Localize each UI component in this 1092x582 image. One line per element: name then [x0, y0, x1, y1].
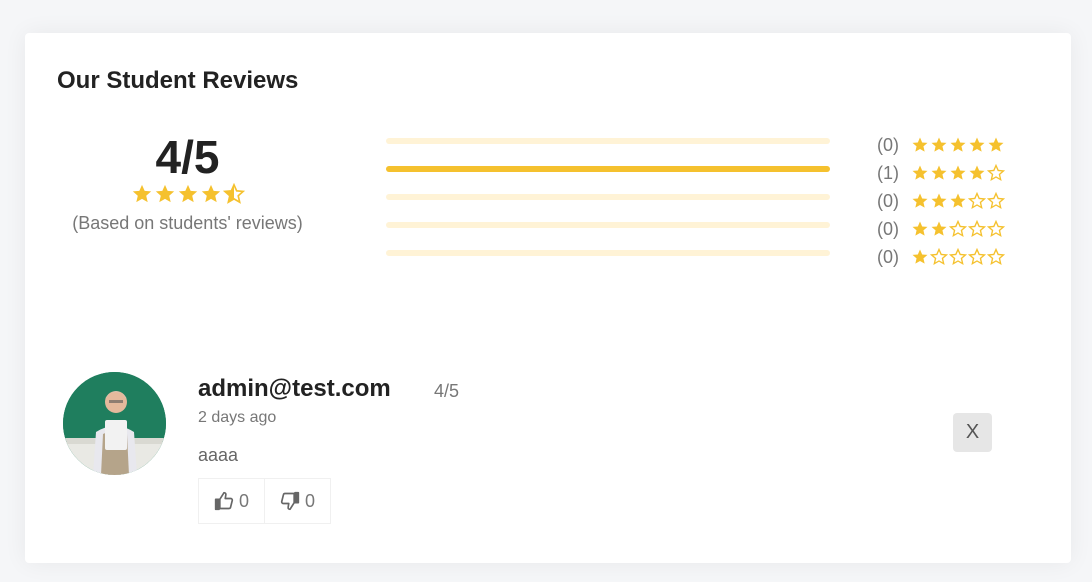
- star-icon: [931, 193, 947, 208]
- rating-counts: (0) (1) (0) (0) (0): [877, 131, 1005, 271]
- like-count: 0: [239, 490, 250, 511]
- overall-basis: (Based on students' reviews): [72, 213, 303, 233]
- reviews-card: Our Student Reviews 4/5 (Based on studen…: [25, 33, 1071, 563]
- overall-rating: 4/5 (Based on students' reviews): [55, 131, 320, 234]
- rating-bar-5: [386, 138, 830, 144]
- rating-count-row-1: (0): [877, 243, 1005, 271]
- star-outline-icon: [987, 164, 1005, 182]
- rating-count: (0): [877, 134, 899, 155]
- rating-row-stars: [911, 164, 1005, 182]
- star-icon: [950, 165, 966, 180]
- rating-count-row-3: (0): [877, 187, 1005, 215]
- rating-count-row-2: (0): [877, 215, 1005, 243]
- rating-count: (1): [877, 162, 899, 183]
- rating-count: (0): [877, 218, 899, 239]
- rating-bars: [386, 138, 830, 278]
- section-title: Our Student Reviews: [57, 67, 299, 94]
- rating-bar-4: [386, 166, 830, 172]
- star-outline-icon: [968, 192, 986, 210]
- star-icon: [969, 165, 985, 180]
- like-button[interactable]: 0: [199, 479, 264, 523]
- star-icon: [912, 249, 928, 264]
- star-icon: [912, 137, 928, 152]
- star-icon: [950, 193, 966, 208]
- star-icon: [988, 137, 1004, 152]
- star-outline-icon: [987, 220, 1005, 238]
- star-outline-icon: [968, 220, 986, 238]
- star-icon: [912, 221, 928, 236]
- overall-score: 4/5: [155, 131, 220, 183]
- avatar-image: [63, 372, 166, 475]
- star-outline-icon: [987, 192, 1005, 210]
- star-outline-icon: [968, 248, 986, 266]
- thumbs-down-icon: [280, 491, 300, 511]
- rating-bar-1: [386, 250, 830, 256]
- delete-review-button[interactable]: X: [953, 413, 992, 452]
- overall-stars: [55, 183, 320, 207]
- rating-row-stars: [911, 248, 1005, 266]
- dislike-button[interactable]: 0: [264, 479, 330, 523]
- star-icon: [155, 184, 174, 203]
- star-icon: [912, 193, 928, 208]
- star-outline-icon: [949, 220, 967, 238]
- star-icon: [969, 137, 985, 152]
- vote-group: 0 0: [198, 478, 332, 524]
- rating-bar-fill: [386, 166, 830, 172]
- rating-row-stars: [911, 136, 1005, 154]
- review-item: admin@test.com 4/5 2 days ago aaaa 0 0 X: [63, 372, 1043, 532]
- review-author: admin@test.com: [198, 375, 391, 402]
- star-icon: [178, 184, 197, 203]
- rating-count-row-4: (1): [877, 159, 1005, 187]
- star-icon: [931, 221, 947, 236]
- star-half-icon: [222, 183, 245, 204]
- rating-row-stars: [911, 192, 1005, 210]
- star-outline-icon: [987, 248, 1005, 266]
- avatar: [63, 372, 166, 475]
- star-outline-icon: [949, 248, 967, 266]
- review-text: aaaa: [198, 445, 239, 465]
- star-icon: [201, 184, 220, 203]
- rating-row-stars: [911, 220, 1005, 238]
- star-icon: [950, 137, 966, 152]
- rating-bar-3: [386, 194, 830, 200]
- star-icon: [912, 165, 928, 180]
- star-outline-icon: [930, 248, 948, 266]
- rating-count: (0): [877, 190, 899, 211]
- rating-count-row-5: (0): [877, 131, 1005, 159]
- review-rating: 4/5: [434, 381, 460, 401]
- star-icon: [132, 184, 151, 203]
- rating-bar-2: [386, 222, 830, 228]
- thumbs-up-icon: [214, 491, 234, 511]
- review-time: 2 days ago: [198, 409, 277, 426]
- star-icon: [931, 137, 947, 152]
- rating-count: (0): [877, 246, 899, 267]
- star-icon: [931, 165, 947, 180]
- dislike-count: 0: [305, 490, 316, 511]
